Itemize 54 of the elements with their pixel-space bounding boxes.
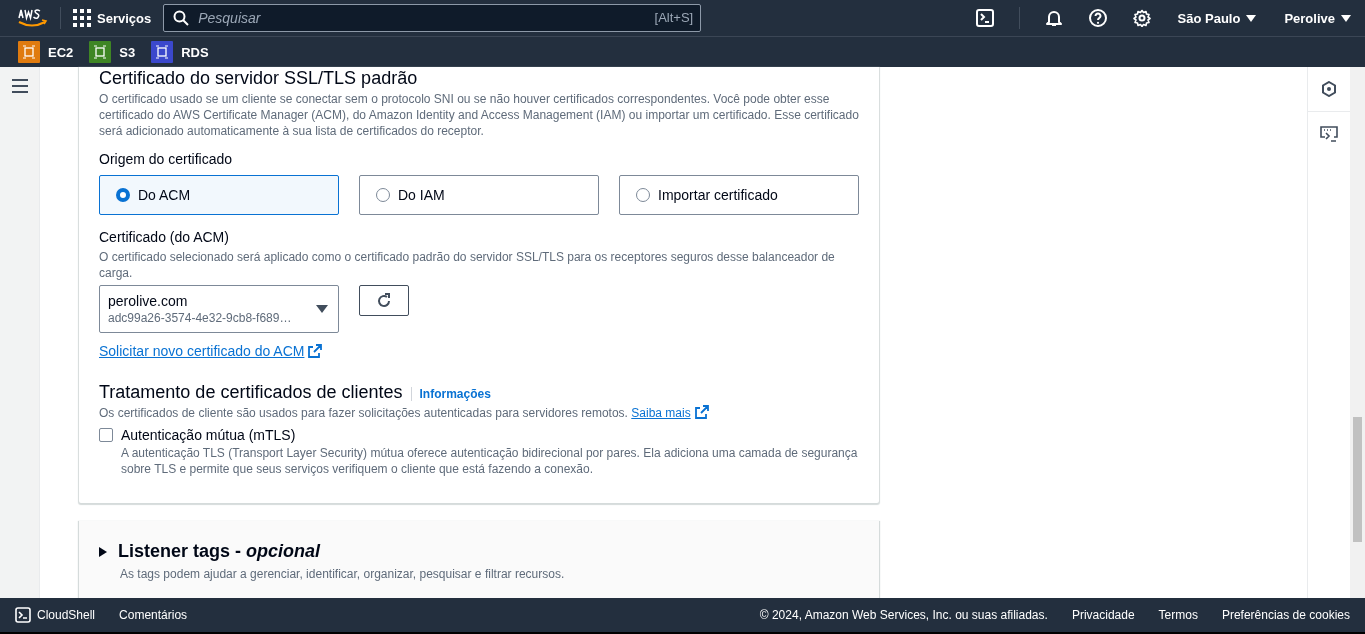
checkbox[interactable]	[99, 428, 113, 442]
favorite-service[interactable]: S3	[89, 41, 136, 63]
scrollbar[interactable]	[1350, 67, 1365, 598]
section-description: O certificado usado se um cliente se conectar sem o protocolo SNI ou se não houver certificados correspondentes. Você pode obter esse certificado do AWS Certificate Manager (ACM), do Amazon Identity and Access Management (IAM) ou importar um certificado. Esse certificado será adicionado automaticamente à sua lista de certificados do receptor.	[99, 91, 859, 139]
panel-title[interactable]: Listener tags - opcional	[118, 541, 321, 562]
refresh-button[interactable]	[359, 285, 409, 316]
section-title: Certificado do servidor SSL/TLS padrão	[99, 67, 419, 89]
refresh-icon	[376, 292, 392, 309]
request-certificate-link[interactable]: Solicitar novo certificado do ACM	[99, 343, 305, 359]
region-menu[interactable]: São Paulo	[1163, 10, 1271, 26]
section-title: Tratamento de certificados de clientes	[99, 381, 403, 403]
caret-icon	[1341, 14, 1351, 22]
help-icon[interactable]	[1088, 9, 1107, 27]
certificate-select[interactable]: perolive.com adc99a26-3574-4e32-9cb8-f689…	[99, 285, 339, 333]
caret-icon	[1246, 14, 1257, 22]
settings-icon[interactable]	[1132, 9, 1151, 27]
learn-more-link[interactable]: Saiba mais	[631, 406, 691, 420]
grid-icon	[73, 9, 91, 27]
external-link-icon[interactable]	[694, 405, 709, 419]
menu-icon[interactable]	[11, 79, 28, 93]
footer-link[interactable]: Privacidade	[1071, 608, 1135, 622]
aws-logo[interactable]	[16, 7, 48, 29]
feedback-link[interactable]: Comentários	[119, 608, 188, 622]
favorite-service[interactable]: EC2	[18, 41, 74, 63]
info-link[interactable]: Informações	[410, 387, 491, 401]
footer-link[interactable]: Termos	[1158, 608, 1198, 622]
terminal-screen-icon[interactable]	[1320, 126, 1338, 142]
source-option[interactable]: Do ACM	[99, 175, 339, 215]
checkbox-label[interactable]: Autenticação mútua (mTLS)	[121, 427, 296, 443]
copyright-text: © 2024, Amazon Web Services, Inc. ou suas afiliadas.	[759, 608, 1048, 622]
caret-right-icon[interactable]	[99, 546, 108, 557]
field-label: Origem do certificado	[99, 150, 234, 169]
footer-link[interactable]: Preferências de cookies	[1221, 608, 1350, 622]
panel-description: As tags podem ajudar a gerenciar, identificar, organizar, pesquisar e filtrar recursos.	[119, 566, 566, 582]
caret-icon	[316, 305, 328, 313]
cloudshell-button[interactable]: CloudShell	[15, 607, 96, 623]
terminal-icon[interactable]	[975, 9, 994, 27]
source-option[interactable]: Importar certificado	[619, 175, 859, 215]
checkbox-description: A autenticação TLS (Transport Layer Security) mútua oferece autenticação bidirecional por pares. Ela adiciona uma camada de segurança sobre TLS e permite que seus serviços verifiquem o cliente que está fazendo a conexão.	[120, 445, 859, 477]
field-description: O certificado selecionado será aplicado como o certificado padrão do servidor SSL/TLS para os receptores seguros desse balanceador de carga.	[99, 249, 836, 281]
field-label: Certificado (do ACM)	[99, 228, 230, 247]
favorite-service[interactable]: RDS	[151, 41, 209, 63]
radio-button[interactable]	[376, 188, 390, 202]
external-link-icon[interactable]	[308, 344, 323, 358]
radio-button[interactable]	[636, 188, 650, 202]
services-menu[interactable]: Serviços	[73, 9, 152, 27]
keyboard-shortcut: [Alt+S]	[654, 10, 694, 25]
section-description: Os certificados de cliente são usados para fazer solicitações autenticadas para servidores remotos. Saiba mais	[99, 405, 859, 421]
bell-icon[interactable]	[1044, 9, 1063, 27]
terminal-icon	[15, 607, 31, 623]
radio-button[interactable]	[116, 188, 130, 202]
account-menu[interactable]: Perolive	[1270, 10, 1365, 26]
hexagon-icon[interactable]	[1321, 81, 1337, 97]
source-option[interactable]: Do IAM	[359, 175, 599, 215]
